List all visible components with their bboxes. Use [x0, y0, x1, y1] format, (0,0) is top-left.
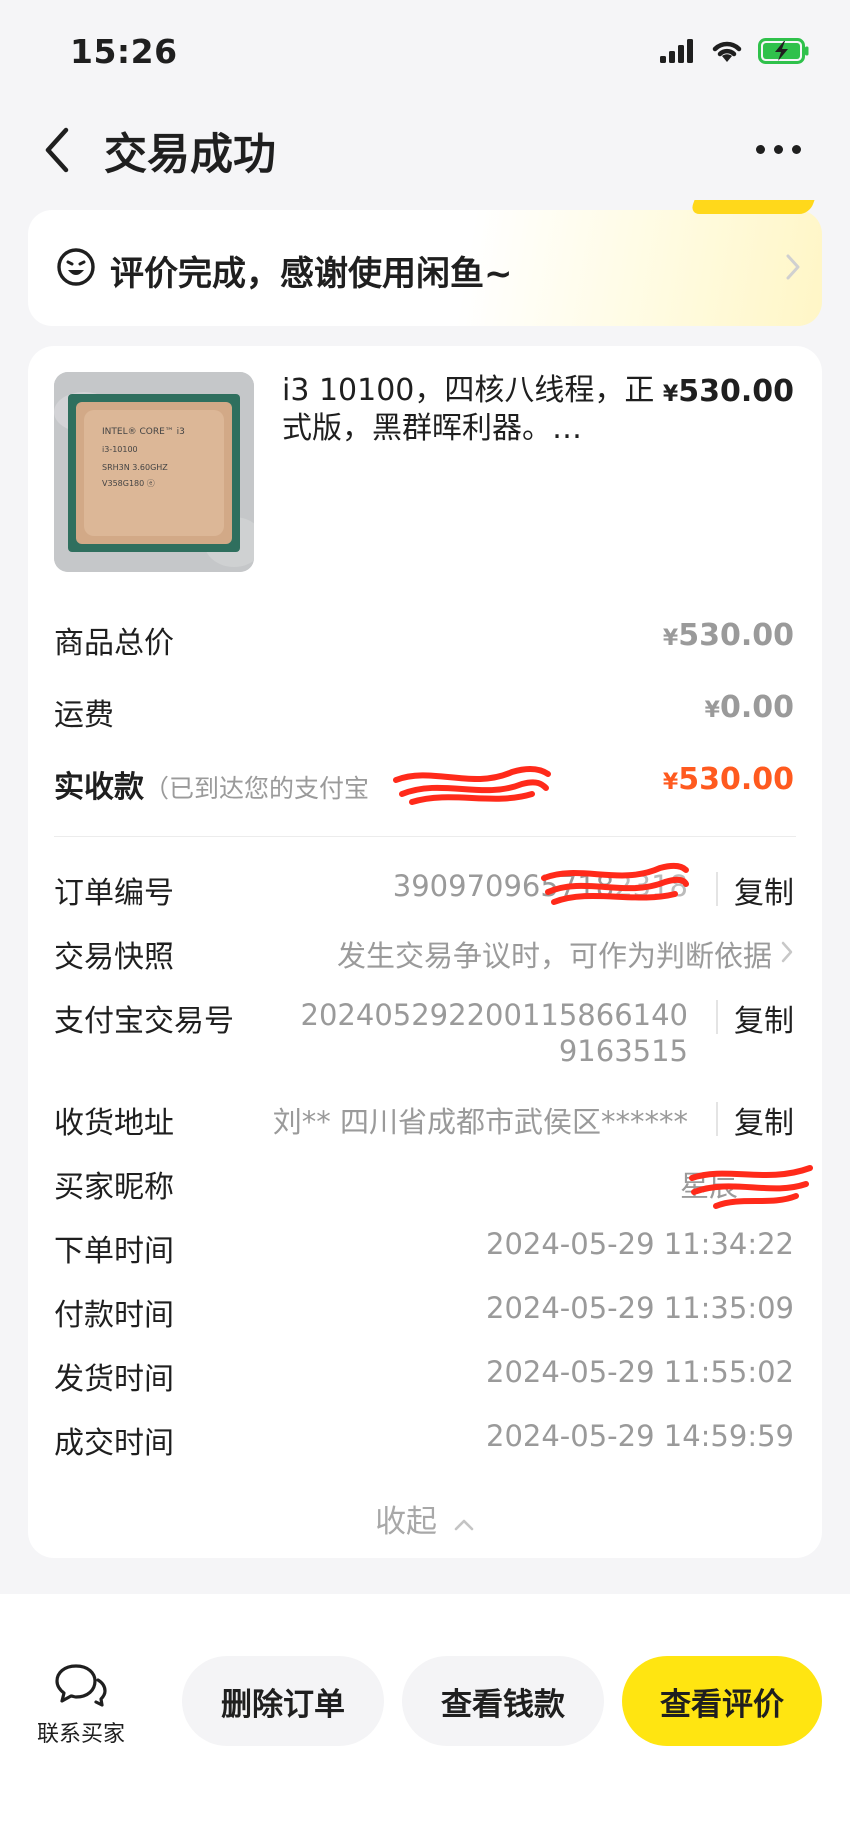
alipay-no-label: 支付宝交易号	[54, 1004, 234, 1039]
view-funds-button[interactable]: 查看钱款	[402, 1656, 604, 1746]
status-time: 15:26	[70, 32, 178, 71]
received-label: 实收款（已到达您的支付宝	[54, 762, 369, 806]
buyer-nick-label: 买家昵称	[54, 1170, 174, 1205]
chevron-right-icon	[786, 254, 800, 280]
snapshot-value[interactable]: 发生交易争议时，可作为判断依据	[337, 933, 772, 975]
ship-time-value: 2024-05-29 11:55:02	[486, 1355, 794, 1389]
more-dot	[756, 144, 765, 154]
chevron-left-icon	[45, 127, 69, 173]
chip-text-3: SRH3N 3.60GHZ	[102, 463, 168, 472]
more-button[interactable]	[756, 134, 806, 164]
delete-order-button[interactable]: 删除订单	[182, 1656, 384, 1746]
received-value: ¥530.00	[663, 762, 794, 797]
alipay-no-line2: 9163515	[558, 1034, 688, 1068]
ship-time-label: 发货时间	[54, 1362, 174, 1397]
more-dot	[774, 144, 783, 154]
alipay-no-line1: 20240529220011586614​0	[300, 998, 688, 1032]
wifi-icon	[712, 41, 742, 62]
currency-symbol: ¥	[662, 626, 679, 651]
smile-face-icon	[57, 248, 95, 286]
deal-time-label: 成交时间	[54, 1426, 174, 1461]
order-no-value: 3909709657182318	[393, 869, 688, 903]
order-time-value: 2024-05-29 11:34:22	[486, 1227, 794, 1261]
currency-symbol: ¥	[704, 698, 720, 723]
separator	[716, 872, 718, 906]
banner-accent	[689, 200, 815, 214]
shipping-value: ¥0.00	[705, 690, 794, 725]
total-price-label: 商品总价	[54, 626, 174, 661]
total-price-value: ¥530.00	[663, 618, 794, 653]
product-price-value: 530.00	[678, 374, 794, 409]
pay-time-value: 2024-05-29 11:35:09	[486, 1291, 794, 1325]
banner-text: 评价完成，感谢使用闲鱼~	[110, 254, 513, 294]
divider	[54, 836, 796, 837]
cpu-chip-image: INTEL® CORE™ i3 i3-10100 SRH3N 3.60GHZ V…	[54, 372, 254, 572]
address-label: 收货地址	[54, 1106, 174, 1141]
chip-text-1: INTEL® CORE™ i3	[102, 427, 185, 437]
currency-symbol: ¥	[662, 770, 679, 795]
separator	[716, 1102, 718, 1136]
order-time-label: 下单时间	[54, 1234, 174, 1269]
chat-bubble-icon	[55, 1664, 107, 1707]
copy-order-no-button[interactable]: 复制	[734, 868, 794, 912]
collapse-button[interactable]: 收起	[0, 1496, 850, 1541]
chevron-right-icon	[781, 941, 793, 963]
shipping-amount: 0.00	[719, 690, 794, 725]
more-dot	[792, 144, 801, 154]
received-label-text: 实收款	[54, 770, 144, 805]
status-icons	[660, 38, 810, 64]
chip-text-2: i3-10100	[102, 445, 138, 454]
chevron-up-icon	[454, 1519, 474, 1531]
buyer-nick-value: 星辰	[679, 1169, 738, 1203]
chip-text-4: V358G180 ⓔ	[102, 479, 155, 488]
copy-alipay-no-button[interactable]: 复制	[734, 996, 794, 1040]
signal-icon	[660, 39, 693, 63]
snapshot-label: 交易快照	[54, 940, 174, 975]
alipay-no-value: 20240529220011586614​0 9163515	[301, 997, 688, 1069]
deal-time-value: 2024-05-29 14:59:59	[486, 1419, 794, 1453]
received-note: （已到达您的支付宝	[144, 774, 370, 803]
product-price: ¥530.00	[663, 374, 794, 409]
collapse-label: 收起	[375, 1504, 438, 1540]
product-thumbnail[interactable]: INTEL® CORE™ i3 i3-10100 SRH3N 3.60GHZ V…	[54, 372, 254, 572]
back-button[interactable]	[38, 122, 78, 178]
view-review-button[interactable]: 查看评价	[622, 1656, 822, 1746]
total-price-amount: 530.00	[678, 618, 794, 653]
product-title[interactable]: i3 10100，四核八线程，正式版，黑群晖利器。…	[282, 372, 662, 448]
address-value: 刘** 四川省成都市武侯区******	[272, 1105, 688, 1139]
order-no-label: 订单编号	[54, 876, 174, 911]
currency-symbol: ¥	[662, 382, 679, 407]
pay-time-label: 付款时间	[54, 1298, 174, 1333]
battery-charging-icon	[758, 38, 809, 64]
received-amount: 530.00	[678, 762, 794, 797]
contact-buyer-button[interactable]: 联系买家	[36, 1662, 126, 1748]
order-no-tail: 2318	[614, 869, 688, 903]
shipping-label: 运费	[54, 698, 114, 733]
copy-address-button[interactable]: 复制	[734, 1098, 794, 1142]
page-title: 交易成功	[104, 130, 276, 180]
order-no-visible: 390970965718	[392, 869, 615, 903]
separator	[716, 1000, 718, 1034]
contact-buyer-label: 联系买家	[36, 1722, 125, 1747]
